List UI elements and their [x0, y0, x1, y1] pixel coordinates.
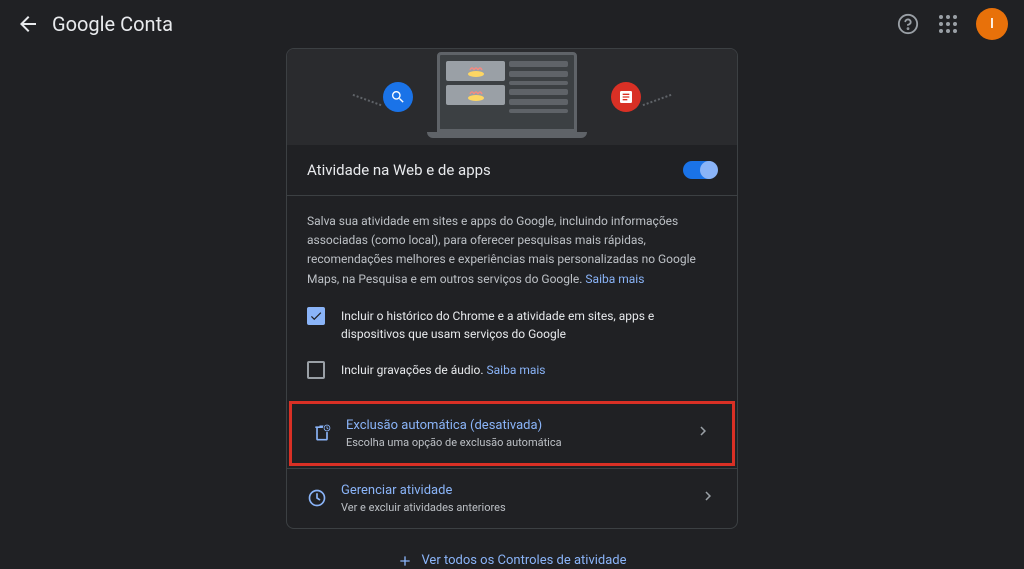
auto-delete-row[interactable]: Exclusão automática (desativada) Escolha…: [289, 401, 735, 466]
apps-grid-icon: [939, 15, 957, 33]
audio-label: Incluir gravações de áudio. Saiba mais: [341, 361, 546, 379]
checkbox-chrome-history: Incluir o histórico do Chrome e a ativid…: [307, 307, 717, 343]
apps-button[interactable]: [936, 12, 960, 36]
activity-toggle[interactable]: [683, 161, 717, 179]
chevron-right-icon: [699, 487, 717, 509]
header-left: Google Conta: [16, 12, 173, 36]
header-right: I: [896, 8, 1008, 40]
laptop-illustration: [437, 52, 587, 142]
check-icon: [309, 309, 323, 323]
manage-activity-title: Gerenciar atividade: [341, 483, 685, 498]
checkbox-audio: Incluir gravações de áudio. Saiba mais: [307, 361, 717, 379]
manage-activity-row[interactable]: Gerenciar atividade Ver e excluir ativid…: [287, 468, 737, 528]
audio-checkbox[interactable]: [307, 361, 325, 379]
card-illustration: [287, 49, 737, 145]
card-title: Atividade na Web e de apps: [307, 161, 491, 179]
manage-activity-icon: [307, 488, 327, 508]
news-badge-icon: [611, 82, 641, 112]
chrome-history-label: Incluir o histórico do Chrome e a ativid…: [341, 307, 717, 343]
card-header: Atividade na Web e de apps: [287, 145, 737, 196]
activity-card: Atividade na Web e de apps Salva sua ati…: [286, 48, 738, 529]
auto-delete-title: Exclusão automática (desativada): [346, 418, 680, 433]
audio-label-text: Incluir gravações de áudio.: [341, 363, 487, 377]
chrome-history-checkbox[interactable]: [307, 307, 325, 325]
app-header: Google Conta I: [0, 0, 1024, 48]
help-icon: [897, 13, 919, 35]
card-body: Salva sua atividade em sites e apps do G…: [287, 196, 737, 399]
manage-activity-content: Gerenciar atividade Ver e excluir ativid…: [341, 483, 685, 514]
user-avatar[interactable]: I: [976, 8, 1008, 40]
learn-more-link[interactable]: Saiba mais: [585, 272, 644, 286]
auto-delete-subtitle: Escolha uma opção de exclusão automática: [346, 436, 680, 449]
auto-delete-content: Exclusão automática (desativada) Escolha…: [346, 418, 680, 449]
back-button[interactable]: [16, 12, 40, 36]
search-badge-icon: [383, 82, 413, 112]
manage-activity-subtitle: Ver e excluir atividades anteriores: [341, 501, 685, 514]
chevron-right-icon: [694, 422, 712, 444]
card-description: Salva sua atividade em sites e apps do G…: [307, 212, 717, 289]
toggle-knob: [700, 161, 718, 179]
audio-learn-more-link[interactable]: Saiba mais: [487, 363, 546, 377]
main-content: Atividade na Web e de apps Salva sua ati…: [0, 48, 1024, 569]
help-button[interactable]: [896, 12, 920, 36]
arrow-left-icon: [16, 12, 40, 36]
page-title: Google Conta: [52, 12, 173, 36]
auto-delete-icon: [312, 423, 332, 443]
